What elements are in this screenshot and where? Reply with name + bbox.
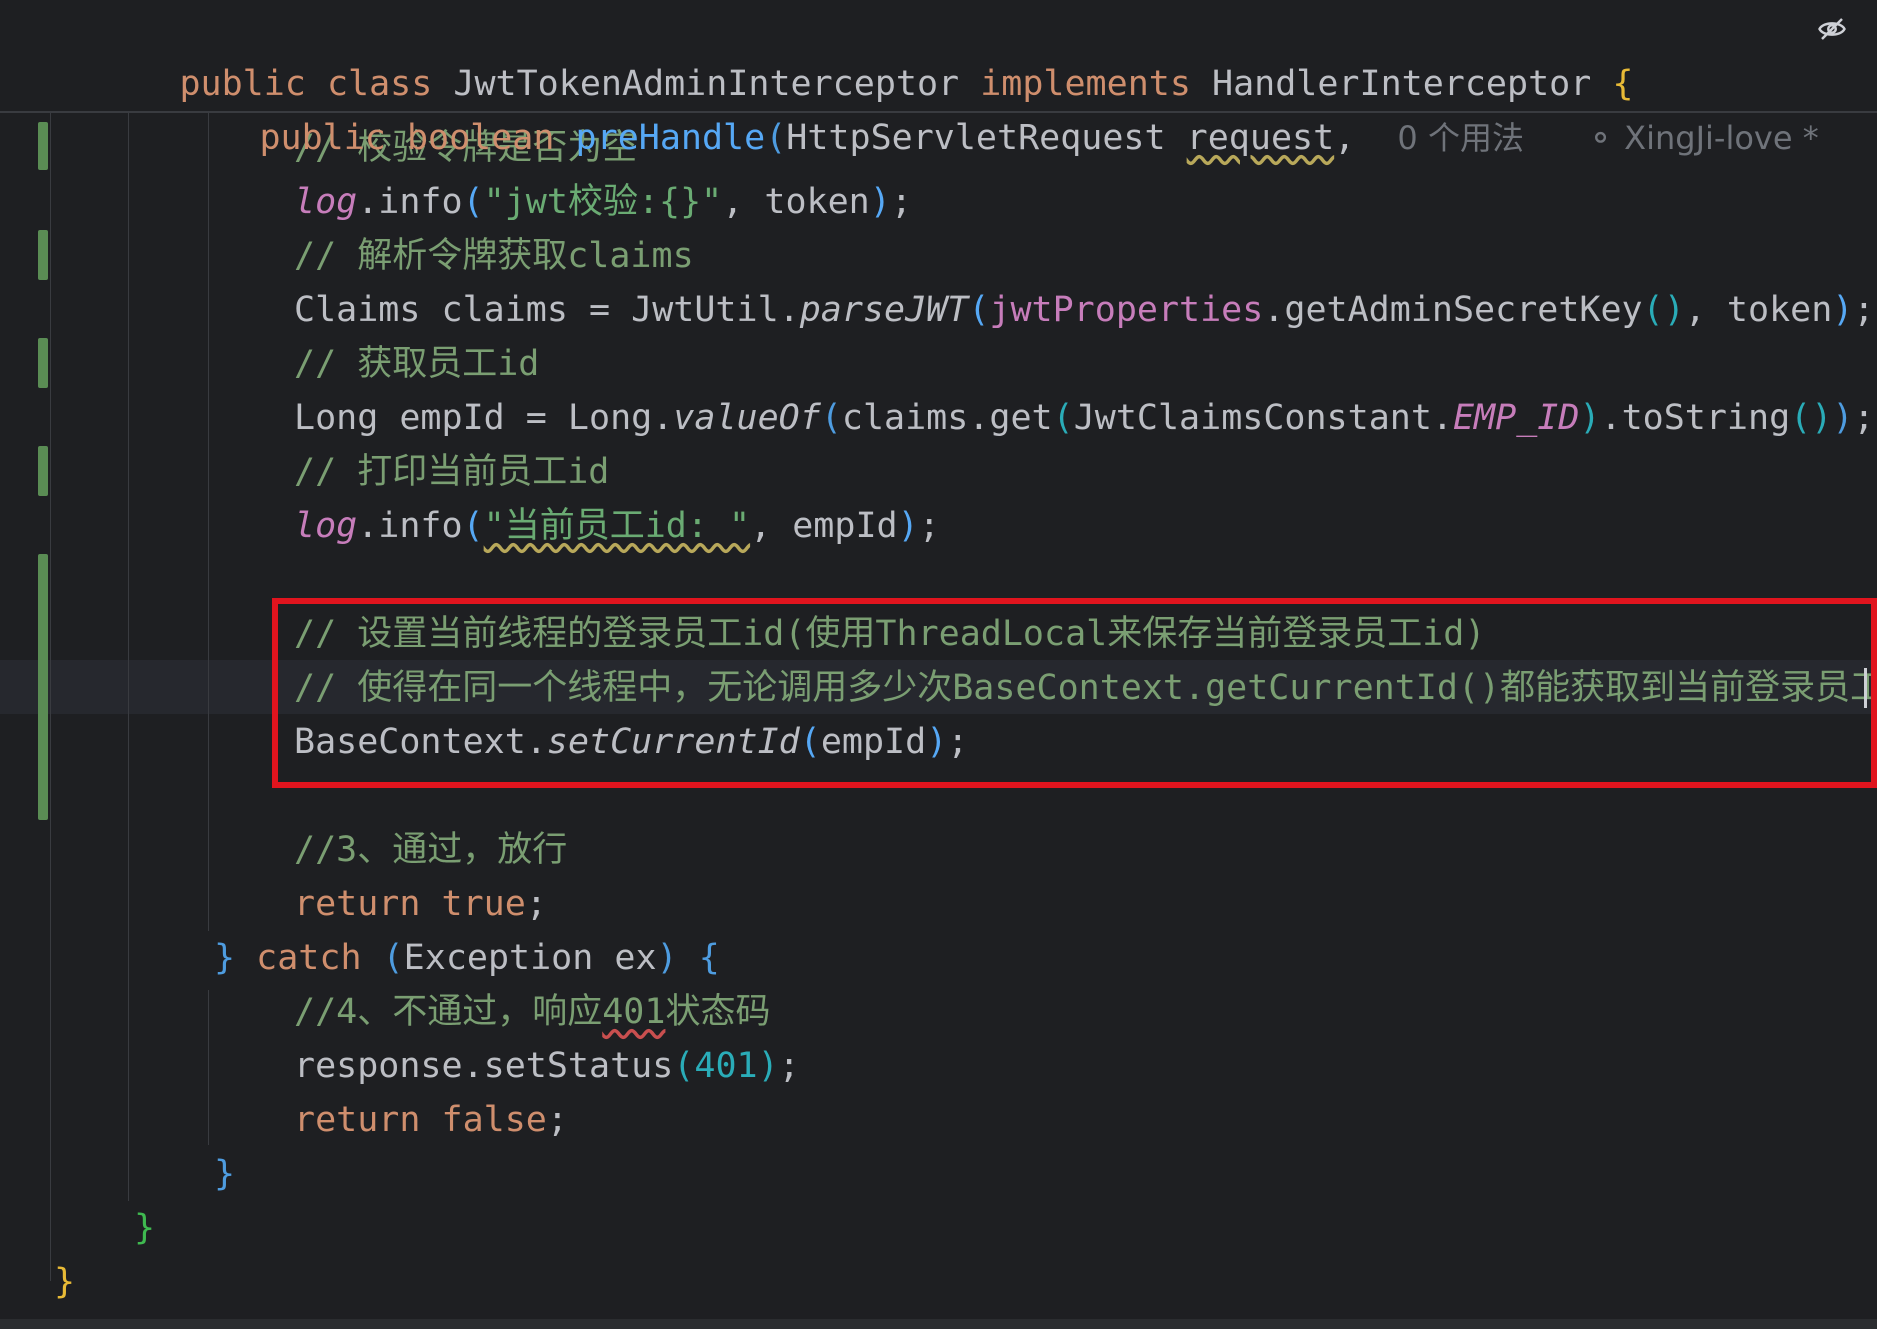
brace: }	[54, 1262, 76, 1302]
eye-slash-icon[interactable]	[1817, 14, 1847, 44]
horizontal-scrollbar[interactable]	[0, 1319, 1877, 1329]
comment-line[interactable]: // 获取员工id	[294, 337, 539, 391]
keyword: public	[259, 118, 386, 158]
author-inlay-hint[interactable]: ⚬ XingJi-love *	[1587, 119, 1819, 157]
comment-text: // 获取员工id	[294, 344, 540, 384]
comment-line[interactable]: //3、通过，放行	[294, 823, 567, 877]
code-line[interactable]: }	[54, 1255, 75, 1309]
vcs-change-marker[interactable]	[38, 338, 48, 388]
brace: }	[214, 1154, 236, 1194]
paren: (	[765, 118, 787, 158]
vcs-change-marker[interactable]	[38, 122, 48, 170]
static-method: parseJWT	[799, 290, 969, 330]
method-declaration-line[interactable]: public boolean preHandle(HttpServletRequ…	[133, 57, 1818, 158]
comment-text: // 打印当前员工id	[294, 452, 610, 492]
method-call: claims.get	[841, 398, 1053, 438]
static-method: valueOf	[673, 398, 821, 438]
code-line[interactable]: log.info("jwt校验:{}", token);	[294, 175, 912, 229]
keyword: catch	[256, 938, 362, 978]
vcs-change-marker[interactable]	[38, 554, 48, 820]
method-call: .info	[357, 182, 463, 222]
annotation-highlight-box	[272, 598, 1877, 788]
param-type: HttpServletRequest	[786, 118, 1166, 158]
code-text: Long empId = Long.	[294, 398, 674, 438]
code-line[interactable]: response.setStatus(401);	[294, 1039, 800, 1093]
comment-text: // 解析令牌获取claims	[294, 236, 694, 276]
keyword: false	[441, 1100, 547, 1140]
method-call: response.setStatus	[294, 1046, 674, 1086]
indent-guide	[50, 111, 51, 1281]
code-text: Claims claims = JwtUtil.	[294, 290, 800, 330]
method-name: preHandle	[575, 118, 766, 158]
user-icon: ⚬	[1587, 119, 1614, 157]
vcs-change-marker[interactable]	[38, 446, 48, 496]
number-literal: 401	[694, 1046, 758, 1086]
comment-text: 状态码	[665, 992, 771, 1032]
code-line[interactable]: } catch (Exception ex) {	[214, 931, 720, 985]
text-caret	[1864, 668, 1867, 708]
code-line[interactable]: return true;	[294, 877, 547, 931]
comment-text: //3、通过，放行	[294, 830, 568, 870]
field-ref: jwtProperties	[989, 290, 1264, 330]
comma: ,	[1334, 118, 1356, 158]
argument: , token	[1684, 290, 1833, 330]
method-call: .toString	[1600, 398, 1791, 438]
keyword: return	[294, 1100, 421, 1140]
catch-param: Exception ex	[403, 938, 657, 978]
code-line[interactable]: }	[214, 1147, 235, 1201]
comment-line[interactable]: //4、不通过，响应401状态码	[294, 985, 770, 1039]
string-literal: "当前员工id: "	[483, 506, 751, 546]
vcs-change-marker[interactable]	[38, 230, 48, 280]
method-call: .info	[357, 506, 463, 546]
comment-text: 401	[602, 992, 666, 1032]
keyword: return	[294, 884, 421, 924]
class-declaration-line[interactable]: public class JwtTokenAdminInterceptor im…	[53, 3, 1633, 104]
code-editor[interactable]: public class JwtTokenAdminInterceptor im…	[0, 0, 1877, 1329]
argument: , token	[722, 182, 870, 222]
comment-line[interactable]: // 解析令牌获取claims	[294, 229, 694, 283]
keyword: boolean	[406, 118, 555, 158]
param-name: request	[1186, 118, 1335, 158]
code-line[interactable]: return false;	[294, 1093, 568, 1147]
code-line[interactable]: log.info("当前员工id: ", empId);	[294, 499, 940, 553]
method-call: .getAdminSecretKey	[1263, 290, 1643, 330]
indent-guide	[208, 990, 209, 1145]
indent-guide	[208, 111, 209, 931]
brace: }	[214, 938, 236, 978]
brace: }	[134, 1208, 156, 1248]
sticky-header[interactable]: public class JwtTokenAdminInterceptor im…	[0, 0, 1877, 158]
code-line[interactable]: Long empId = Long.valueOf(claims.get(Jwt…	[294, 391, 1874, 445]
class-ref: JwtClaimsConstant.	[1073, 398, 1453, 438]
comment-line[interactable]: // 打印当前员工id	[294, 445, 609, 499]
usages-inlay-hint[interactable]: 0 个用法	[1397, 119, 1524, 157]
indent-guide	[128, 111, 129, 1201]
string-literal: "jwt校验:{}"	[483, 182, 723, 222]
code-line[interactable]: Claims claims = JwtUtil.parseJWT(jwtProp…	[294, 283, 1874, 337]
comment-text: //4、不通过，响应	[294, 992, 603, 1032]
constant: EMP_ID	[1452, 398, 1580, 438]
log-field: log	[294, 182, 358, 222]
argument: , empId	[750, 506, 898, 546]
keyword: true	[441, 884, 526, 924]
log-field: log	[294, 506, 358, 546]
author-name: XingJi-love *	[1624, 119, 1819, 157]
code-line[interactable]: }	[134, 1201, 155, 1255]
